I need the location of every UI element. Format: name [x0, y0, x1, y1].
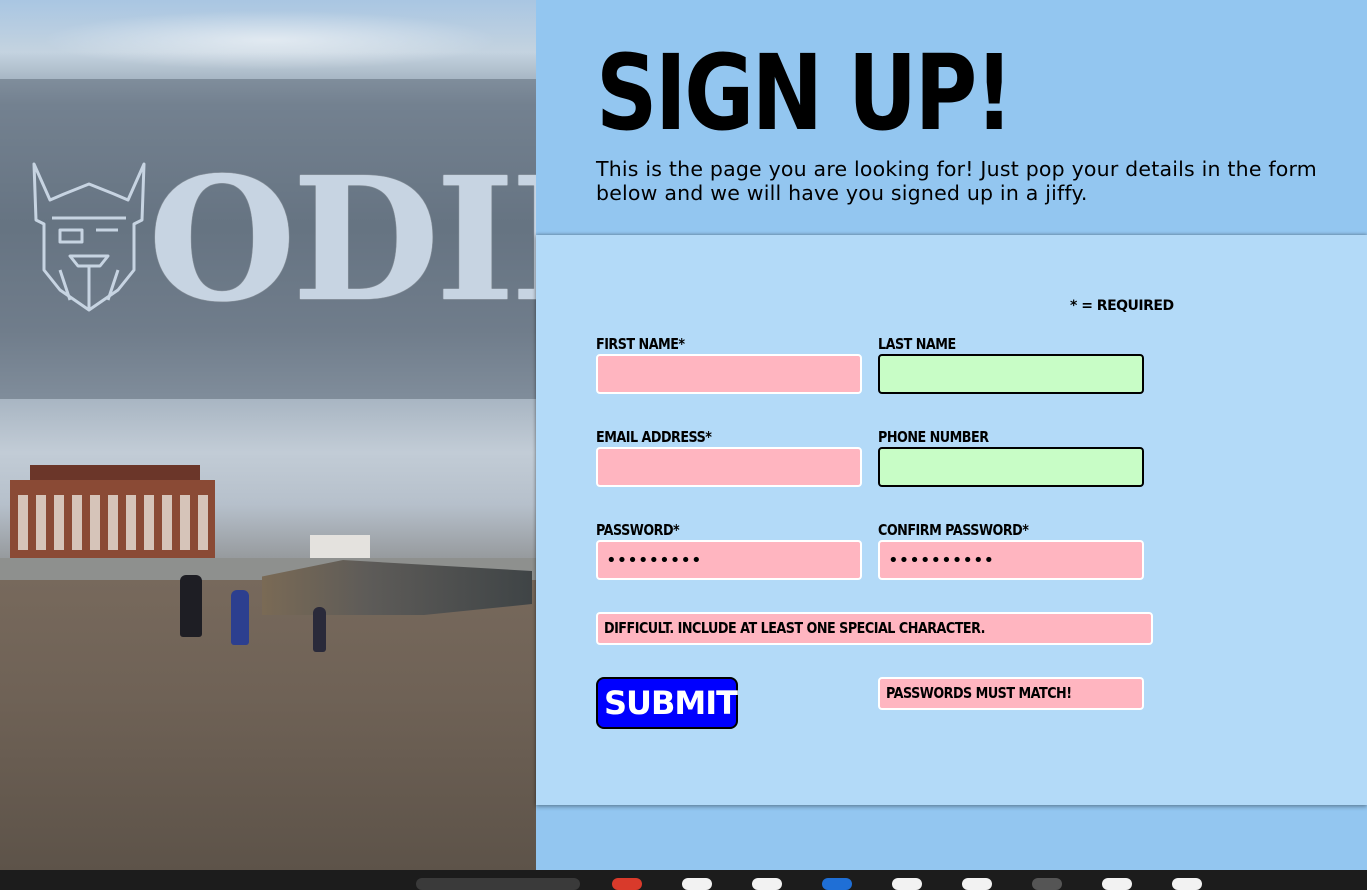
confirm-password-label: Confirm Password* — [878, 521, 1029, 539]
taskbar-search-pill[interactable] — [416, 878, 580, 890]
small-building — [310, 535, 370, 560]
intro-text: This is the page you are looking for! Ju… — [596, 157, 1317, 205]
taskbar-app-icon[interactable] — [962, 878, 992, 890]
taskbar-app-icon[interactable] — [1032, 878, 1062, 890]
person-figure — [180, 575, 202, 637]
taskbar-app-icon[interactable] — [682, 878, 712, 890]
taskbar-app-icon[interactable] — [892, 878, 922, 890]
taskbar-app-icon[interactable] — [752, 878, 782, 890]
password-input[interactable] — [596, 540, 862, 580]
required-note: * = Required — [1070, 298, 1174, 314]
taskbar-app-icon[interactable] — [822, 878, 852, 890]
signup-panel: Sign Up! This is the page you are lookin… — [536, 0, 1367, 870]
email-label: Email Address* — [596, 428, 712, 446]
hero-photo: ODIN — [0, 0, 536, 870]
taskbar-app-icon[interactable] — [1172, 878, 1202, 890]
password-label: Password* — [596, 521, 680, 539]
password-match-text: Passwords must match! — [886, 684, 1072, 702]
phone-input[interactable] — [878, 447, 1144, 487]
hotel-windows — [18, 495, 208, 550]
person-figure — [231, 590, 249, 645]
sky-cloud — [40, 10, 500, 70]
first-name-input[interactable] — [596, 354, 862, 394]
taskbar-app-icon[interactable] — [612, 878, 642, 890]
last-name-label: Last Name — [878, 335, 956, 353]
person-figure — [313, 607, 326, 652]
confirm-password-input[interactable] — [878, 540, 1144, 580]
logo-wordmark: ODIN — [148, 140, 536, 340]
first-name-label: First Name* — [596, 335, 685, 353]
beach — [0, 580, 536, 870]
password-strength-text: Difficult. Include at least one special … — [604, 619, 986, 637]
page-title: Sign Up! — [596, 32, 1014, 154]
email-input[interactable] — [596, 447, 862, 487]
taskbar-app-icon[interactable] — [1102, 878, 1132, 890]
phone-label: Phone Number — [878, 428, 989, 446]
submit-button[interactable]: Submit — [596, 677, 738, 729]
password-match-warning: Passwords must match! — [878, 677, 1144, 710]
last-name-input[interactable] — [878, 354, 1144, 394]
password-strength-hint: Difficult. Include at least one special … — [596, 612, 1153, 645]
viking-helmet-icon — [32, 162, 146, 312]
